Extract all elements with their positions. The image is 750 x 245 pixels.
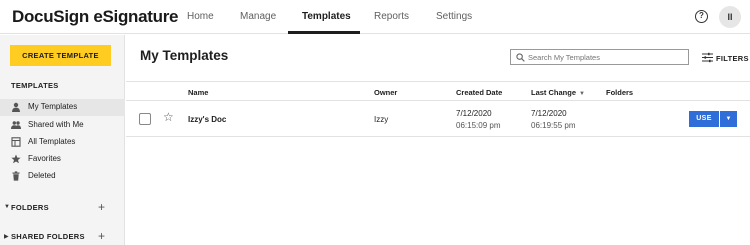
sidebar-item-label: All Templates — [28, 137, 76, 146]
search-box[interactable] — [510, 49, 689, 65]
column-header-last-change-label: Last Change — [531, 88, 577, 97]
sidebar-group-label: SHARED FOLDERS — [11, 232, 85, 241]
column-header-folders: Folders — [606, 88, 634, 97]
sidebar-item-label: Shared with Me — [28, 120, 84, 129]
add-shared-folder-icon[interactable]: + — [98, 229, 105, 243]
changed-time: 06:19:55 pm — [531, 121, 576, 130]
nav-reports[interactable]: Reports — [374, 11, 409, 22]
search-input[interactable] — [528, 51, 686, 64]
column-header-last-change[interactable]: Last Change ▼ — [531, 88, 585, 97]
sidebar-item-label: Favorites — [28, 154, 61, 163]
template-owner: Izzy — [374, 115, 389, 124]
template-name[interactable]: Izzy's Doc — [188, 115, 226, 124]
nav-settings[interactable]: Settings — [436, 11, 472, 22]
trash-icon — [12, 171, 20, 181]
changed-date: 7/12/2020 — [531, 109, 567, 118]
nav-home[interactable]: Home — [187, 11, 214, 22]
column-header-name[interactable]: Name — [188, 88, 208, 97]
add-folder-icon[interactable]: + — [98, 200, 105, 214]
sidebar-item-all-templates[interactable]: All Templates — [0, 134, 125, 151]
sidebar-group-label: FOLDERS — [11, 203, 49, 212]
search-icon — [516, 53, 525, 62]
column-header-created[interactable]: Created Date — [456, 88, 502, 97]
sidebar: CREATE TEMPLATE TEMPLATES My Templates S… — [0, 35, 125, 245]
active-tab-indicator — [288, 31, 360, 34]
filters-label: FILTERS — [716, 54, 749, 63]
top-nav: DocuSign eSignature Home Manage Template… — [0, 0, 750, 34]
table-header: Name Owner Created Date Last Change ▼ Fol… — [126, 81, 750, 101]
use-options-chevron-icon[interactable]: ▼ — [720, 111, 737, 127]
app-logo[interactable]: DocuSign eSignature — [12, 7, 179, 27]
use-template-button[interactable]: USE — [689, 111, 719, 127]
sidebar-group-shared-folders[interactable]: ▶ SHARED FOLDERS + — [0, 229, 125, 244]
caret-right-icon[interactable]: ▶ — [4, 233, 9, 240]
people-icon — [11, 121, 21, 129]
sidebar-item-label: My Templates — [28, 102, 78, 111]
sidebar-item-label: Deleted — [28, 171, 56, 180]
page-title: My Templates — [140, 48, 229, 63]
sidebar-section-title: TEMPLATES — [11, 81, 59, 90]
help-icon[interactable]: ? — [695, 10, 708, 23]
created-date: 7/12/2020 — [456, 109, 492, 118]
table-row[interactable]: ☆ Izzy's Doc Izzy 7/12/2020 06:15:09 pm … — [126, 102, 750, 137]
nav-manage[interactable]: Manage — [240, 11, 276, 22]
sort-descending-icon: ▼ — [579, 91, 585, 97]
column-header-owner[interactable]: Owner — [374, 88, 397, 97]
person-icon — [12, 102, 20, 112]
row-checkbox[interactable] — [139, 113, 151, 125]
created-time: 06:15:09 pm — [456, 121, 501, 130]
template-icon — [11, 137, 21, 147]
sidebar-item-favorites[interactable]: Favorites — [0, 151, 125, 168]
user-avatar[interactable]: II — [719, 6, 741, 28]
sidebar-item-deleted[interactable]: Deleted — [0, 168, 125, 185]
sidebar-item-my-templates[interactable]: My Templates — [0, 99, 125, 116]
caret-down-icon[interactable]: ▼ — [4, 204, 10, 210]
filter-sliders-icon — [702, 52, 713, 63]
star-icon — [11, 154, 21, 164]
favorite-star-icon[interactable]: ☆ — [163, 110, 174, 124]
create-template-button[interactable]: CREATE TEMPLATE — [10, 45, 111, 66]
sidebar-item-shared-with-me[interactable]: Shared with Me — [0, 117, 125, 134]
sidebar-group-folders[interactable]: ▼ FOLDERS + — [0, 200, 125, 215]
nav-templates[interactable]: Templates — [302, 11, 351, 22]
